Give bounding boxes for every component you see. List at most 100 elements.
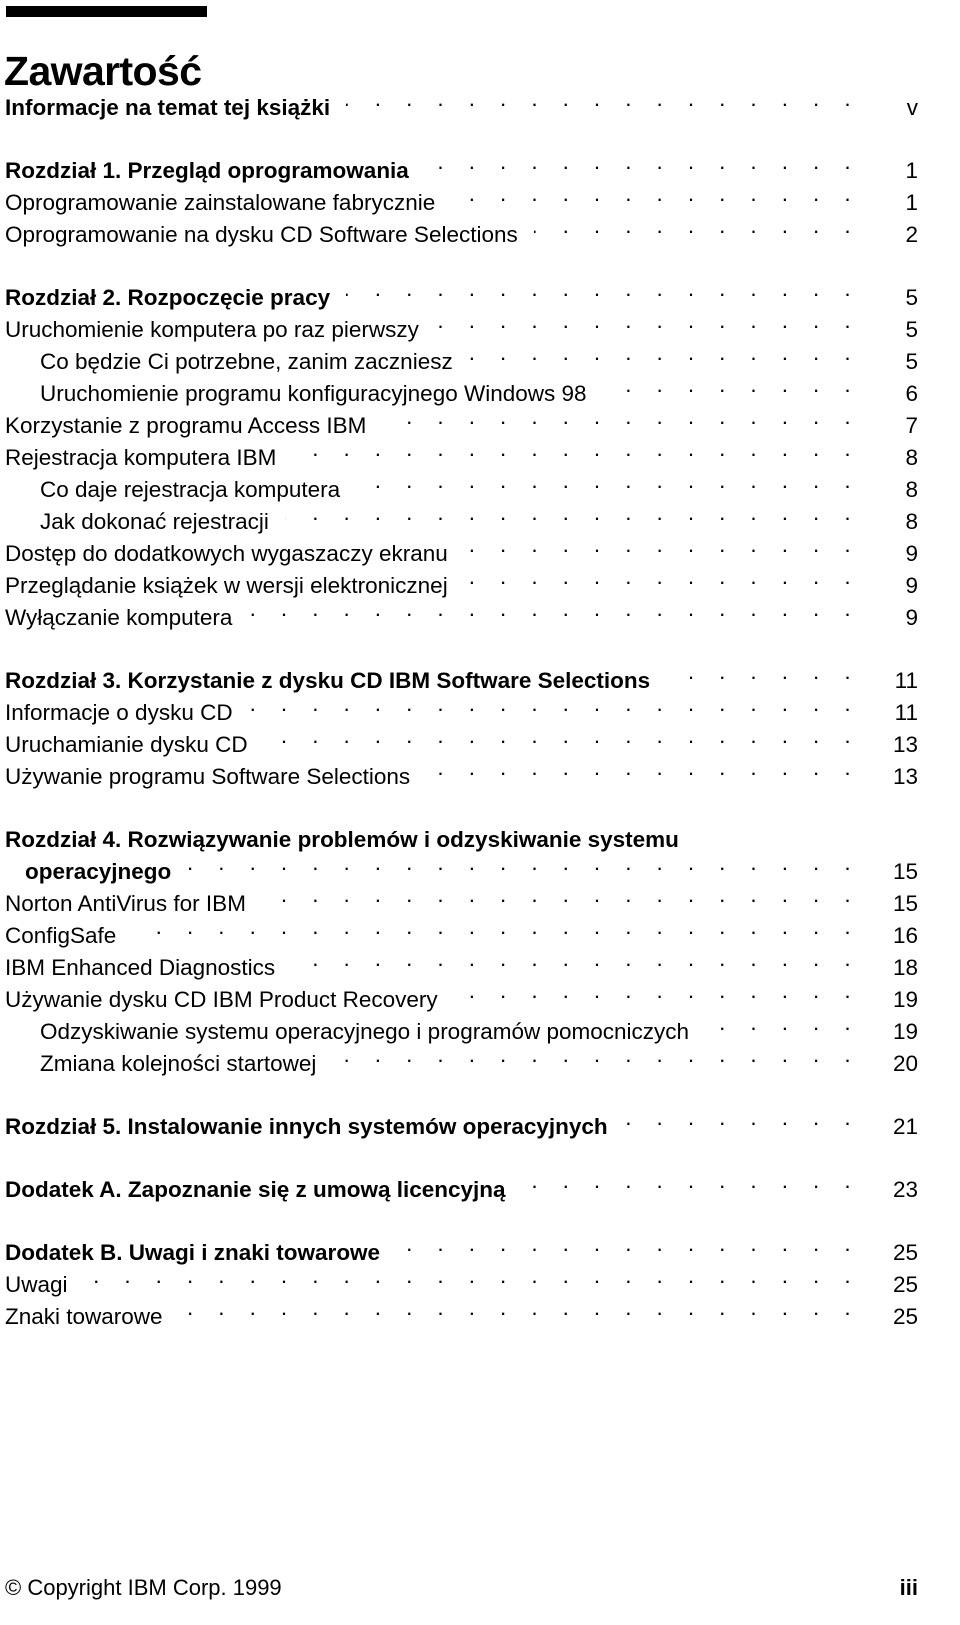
toc-leader-dots [624,1112,860,1135]
toc-leader-dots [264,730,860,753]
toc-entry[interactable]: Korzystanie z programu Access IBM 7 [0,410,960,442]
toc-entry[interactable]: Znaki towarowe 25 [0,1301,960,1333]
toc-entry[interactable]: Wyłączanie komputera 9 [0,602,960,634]
toc-leader-dots [695,825,860,848]
toc-page-number: 15 [892,891,918,916]
toc-entry-label: Rozdział 1. Przegląd oprogramowania [5,158,409,183]
toc-leader-dots [425,156,860,179]
toc-entry[interactable]: Informacje na temat tej książki v [0,92,960,124]
toc-entry-label: ConfigSafe [5,923,117,948]
toc-page-number: 25 [892,1272,918,1297]
toc-entry[interactable]: Oprogramowanie zainstalowane fabrycznie 1 [0,187,960,219]
toc-entry-label: Uwagi [5,1272,68,1297]
toc-entry-label: Rozdział 4. Rozwiązywanie problemów i od… [5,827,679,852]
toc-entry-label: Rozdział 5. Instalowanie innych systemów… [5,1114,608,1139]
toc-leader-dots [464,539,860,562]
toc-page-number: 25 [892,1304,918,1329]
toc-leader-dots [396,1238,860,1261]
toc-leader-dots [705,1017,860,1040]
toc-entry[interactable]: Rozdział 2. Rozpoczęcie pracy 5 [0,282,960,314]
toc-page-number: 19 [892,1019,918,1044]
toc-entry-label: Korzystanie z programu Access IBM [5,413,367,438]
toc-entry[interactable]: Uruchamianie dysku CD 13 [0,729,960,761]
toc-entry-label: Rozdział 3. Korzystanie z dysku CD IBM S… [5,668,651,693]
toc-entry-label: Dodatek A. Zapoznanie się z umową licenc… [5,1177,506,1202]
toc-entry[interactable]: Uruchomienie komputera po raz pierwszy 5 [0,314,960,346]
toc-entry[interactable]: Rozdział 5. Instalowanie innych systemów… [0,1111,960,1143]
toc-entry-label: Używanie dysku CD IBM Product Recovery [5,987,438,1012]
toc-entry[interactable]: operacyjnego 15 [0,856,960,888]
toc-page-number: 9 [905,541,918,566]
toc-page-number: 11 [894,668,918,693]
toc-page-number: 11 [894,700,918,725]
toc-page-number: 1 [905,158,918,183]
toc-entry[interactable]: Używanie programu Software Selections 13 [0,761,960,793]
toc-entry-label: Znaki towarowe [5,1304,163,1329]
toc-entry-label: Używanie programu Software Selections [5,764,411,789]
toc-leader-dots [426,762,860,785]
toc-page-number: 13 [892,732,918,757]
toc-entry[interactable]: Co będzie Ci potrzebne, zanim zaczniesz 5 [0,346,960,378]
toc-leader-dots [522,1175,860,1198]
toc-entry-label: operacyjnego [25,859,172,884]
toc-leader-dots [132,921,860,944]
toc-entry-label: Rejestracja komputera IBM [5,445,277,470]
page-footer: © Copyright IBM Corp. 1999 iii [0,1573,960,1603]
toc-entry[interactable]: Rozdział 4. Rozwiązywanie problemów i od… [0,824,960,856]
toc-page-number: v [906,95,918,120]
toc-entry[interactable]: Rozdział 1. Przegląd oprogramowania 1 [0,155,960,187]
toc-entry[interactable]: Przeglądanie książek w wersji elektronic… [0,570,960,602]
toc-leader-dots [84,1270,860,1293]
toc-entry-label: Norton AntiVirus for IBM [5,891,246,916]
toc-entry-label: Przeglądanie książek w wersji elektronic… [5,573,448,598]
toc-page-number: 25 [892,1240,918,1265]
toc-page-number: 7 [905,413,918,438]
toc-entry[interactable]: Zmiana kolejności startowej 20 [0,1048,960,1080]
page-folio: iii [899,1575,918,1600]
toc-entry[interactable]: Odzyskiwanie systemu operacyjnego i prog… [0,1016,960,1048]
toc-entry[interactable]: Norton AntiVirus for IBM 15 [0,888,960,920]
toc-entry-label: Co daje rejestracja komputera [40,477,341,502]
toc-leader-dots [534,220,860,243]
toc-entry[interactable]: IBM Enhanced Diagnostics 18 [0,952,960,984]
toc-page-number: 5 [905,349,918,374]
toc-leader-dots [179,1302,860,1325]
toc-entry[interactable]: Jak dokonać rejestracji 8 [0,506,960,538]
toc-page-number: 19 [892,987,918,1012]
toc-entry-label: Oprogramowanie na dysku CD Software Sele… [5,222,518,247]
copyright-notice: © Copyright IBM Corp. 1999 [5,1575,282,1600]
toc-page-number: 1 [905,190,918,215]
toc-leader-dots [248,603,860,626]
toc-page-number: 6 [905,381,918,406]
toc-page-number: 8 [905,445,918,470]
toc-entry[interactable]: Używanie dysku CD IBM Product Recovery 19 [0,984,960,1016]
title-rule [6,6,207,17]
toc-entry[interactable]: Dodatek B. Uwagi i znaki towarowe 25 [0,1237,960,1269]
toc-entry-label: Dodatek B. Uwagi i znaki towarowe [5,1240,381,1265]
toc-entry-label: Informacje na temat tej książki [5,95,331,120]
toc-entry[interactable]: Uruchomienie programu konfiguracyjnego W… [0,378,960,410]
toc-leader-dots [382,411,860,434]
toc-entry-label: Co będzie Ci potrzebne, zanim zaczniesz [40,349,453,374]
toc-entry-label: Zmiana kolejności startowej [40,1051,317,1076]
toc-entry[interactable]: Informacje o dysku CD 11 [0,697,960,729]
toc-entry[interactable]: Rejestracja komputera IBM 8 [0,442,960,474]
toc-leader-dots [285,507,860,530]
toc-leader-dots [346,93,860,116]
toc-leader-dots [356,475,860,498]
toc-entry[interactable]: Rozdział 3. Korzystanie z dysku CD IBM S… [0,665,960,697]
toc-entry-label: IBM Enhanced Diagnostics [5,955,276,980]
toc-entry[interactable]: Co daje rejestracja komputera 8 [0,474,960,506]
toc-entry[interactable]: Dostęp do dodatkowych wygaszaczy ekranu 9 [0,538,960,570]
toc-entry-label: Uruchomienie komputera po raz pierwszy [5,317,419,342]
toc-entry-label: Wyłączanie komputera [5,605,233,630]
toc-entry[interactable]: Uwagi 25 [0,1269,960,1301]
toc-entry[interactable]: Oprogramowanie na dysku CD Software Sele… [0,219,960,251]
toc-leader-dots [346,283,860,306]
toc-leader-dots [249,698,860,721]
toc-entry[interactable]: ConfigSafe 16 [0,920,960,952]
toc-page-number: 20 [892,1051,918,1076]
toc-entry[interactable]: Dodatek A. Zapoznanie się z umową licenc… [0,1174,960,1206]
toc-page-number: 8 [905,509,918,534]
toc-entry-label: Odzyskiwanie systemu operacyjnego i prog… [40,1019,690,1044]
